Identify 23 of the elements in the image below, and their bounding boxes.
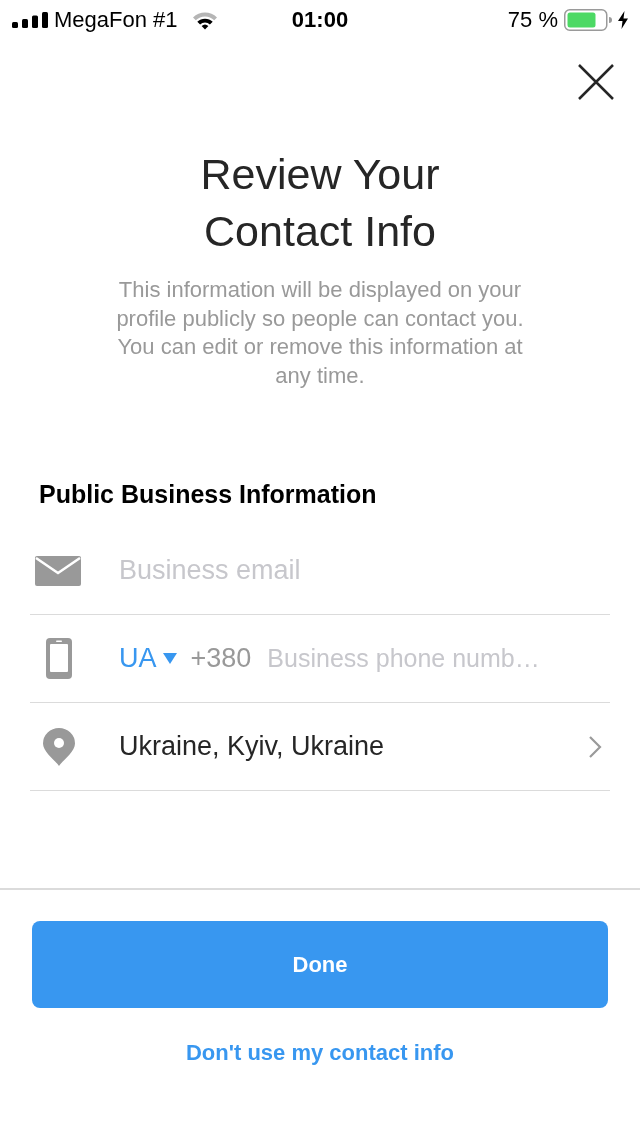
done-button[interactable]: Done (32, 921, 608, 1008)
phone-icon (46, 638, 72, 679)
carrier-name: MegaFon #1 (54, 9, 178, 31)
page-title: Review Your Contact Info (199, 149, 441, 257)
location-row[interactable]: Ukraine, Kyiv, Ukraine (30, 703, 610, 791)
business-phone-input[interactable]: Business phone numb… (267, 636, 568, 681)
signal-icon (12, 12, 48, 28)
dial-code: +380 (190, 645, 252, 672)
description-text: This information will be displayed on your profile publicly so people can contact you. You can edit or remove this information at any time. (115, 276, 525, 390)
caret-down-icon (162, 653, 177, 664)
battery-icon (564, 9, 612, 31)
section-heading: Public Business Information (39, 479, 377, 510)
close-button[interactable] (576, 62, 616, 102)
clock-time: 01:00 (291, 9, 349, 31)
envelope-icon (35, 555, 81, 586)
business-email-input[interactable]: Business email (119, 548, 610, 593)
battery-percent: 75 % (507, 9, 558, 31)
chevron-right-icon (588, 734, 602, 759)
skip-contact-link[interactable]: Don't use my contact info (186, 1042, 454, 1064)
wifi-icon (191, 10, 218, 30)
close-icon (578, 64, 614, 100)
location-pin-icon (43, 727, 75, 766)
country-code-picker[interactable]: UA (119, 645, 177, 672)
